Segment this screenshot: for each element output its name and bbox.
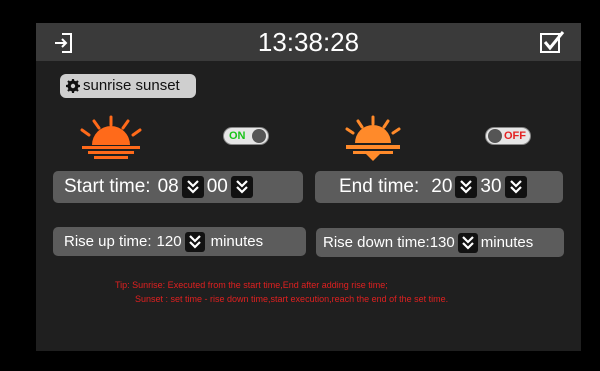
end-hour-value: 20 [431,176,453,197]
end-minute-value: 30 [480,176,502,197]
rise-down-unit: minutes [480,234,534,251]
tip-line-1: Tip: Sunrise: Executed from the start ti… [115,280,388,290]
rise-up-value: 120 [156,233,182,250]
rise-up-unit: minutes [210,233,264,250]
start-minute-dropdown[interactable] [230,176,253,198]
toggle-knob [252,129,266,143]
rise-up-label: Rise up time: [64,233,152,250]
double-chevron-down-icon [460,180,473,194]
top-bar: 13:38:28 [36,23,581,61]
checkbox-icon[interactable] [539,29,565,55]
double-chevron-down-icon [188,234,201,249]
double-chevron-down-icon [509,180,522,194]
double-chevron-down-icon [186,180,199,194]
gear-icon [66,79,80,93]
sunset-toggle[interactable]: OFF [485,127,531,145]
sunset-toggle-label: OFF [504,130,526,142]
clock-display: 13:38:28 [257,27,360,57]
end-minute-dropdown[interactable] [504,176,527,198]
mode-label: sunrise sunset [83,77,180,94]
rise-down-label: Rise down time: [323,234,430,251]
rise-up-dropdown[interactable] [184,231,205,252]
start-time-label: Start time: [64,176,151,197]
start-time-panel: Start time: 08 00 [53,171,303,203]
sunrise-icon [80,115,142,159]
double-chevron-down-icon [461,235,474,250]
double-chevron-down-icon [236,180,248,194]
end-time-panel: End time: 20 30 [315,171,563,203]
start-minute-value: 00 [206,176,228,197]
tip-line-2: Sunset : set time - rise down time,start… [135,294,449,304]
mode-button[interactable]: sunrise sunset [60,74,196,98]
main-screen: 13:38:28 sunrise sunset ON OFF Start tim… [36,23,581,351]
start-hour-value: 08 [157,176,179,197]
end-time-label: End time: [339,176,420,197]
sunrise-toggle[interactable]: ON [223,127,269,145]
sunset-icon [345,115,401,161]
rise-down-dropdown[interactable] [457,232,478,253]
end-hour-dropdown[interactable] [455,176,478,198]
toggle-knob [488,129,502,143]
rise-down-panel: Rise down time: 130 minutes [316,228,564,257]
start-hour-dropdown[interactable] [181,176,204,198]
sunrise-toggle-label: ON [229,130,246,142]
rise-up-panel: Rise up time: 120 minutes [53,227,306,256]
rise-down-value: 130 [429,234,455,251]
